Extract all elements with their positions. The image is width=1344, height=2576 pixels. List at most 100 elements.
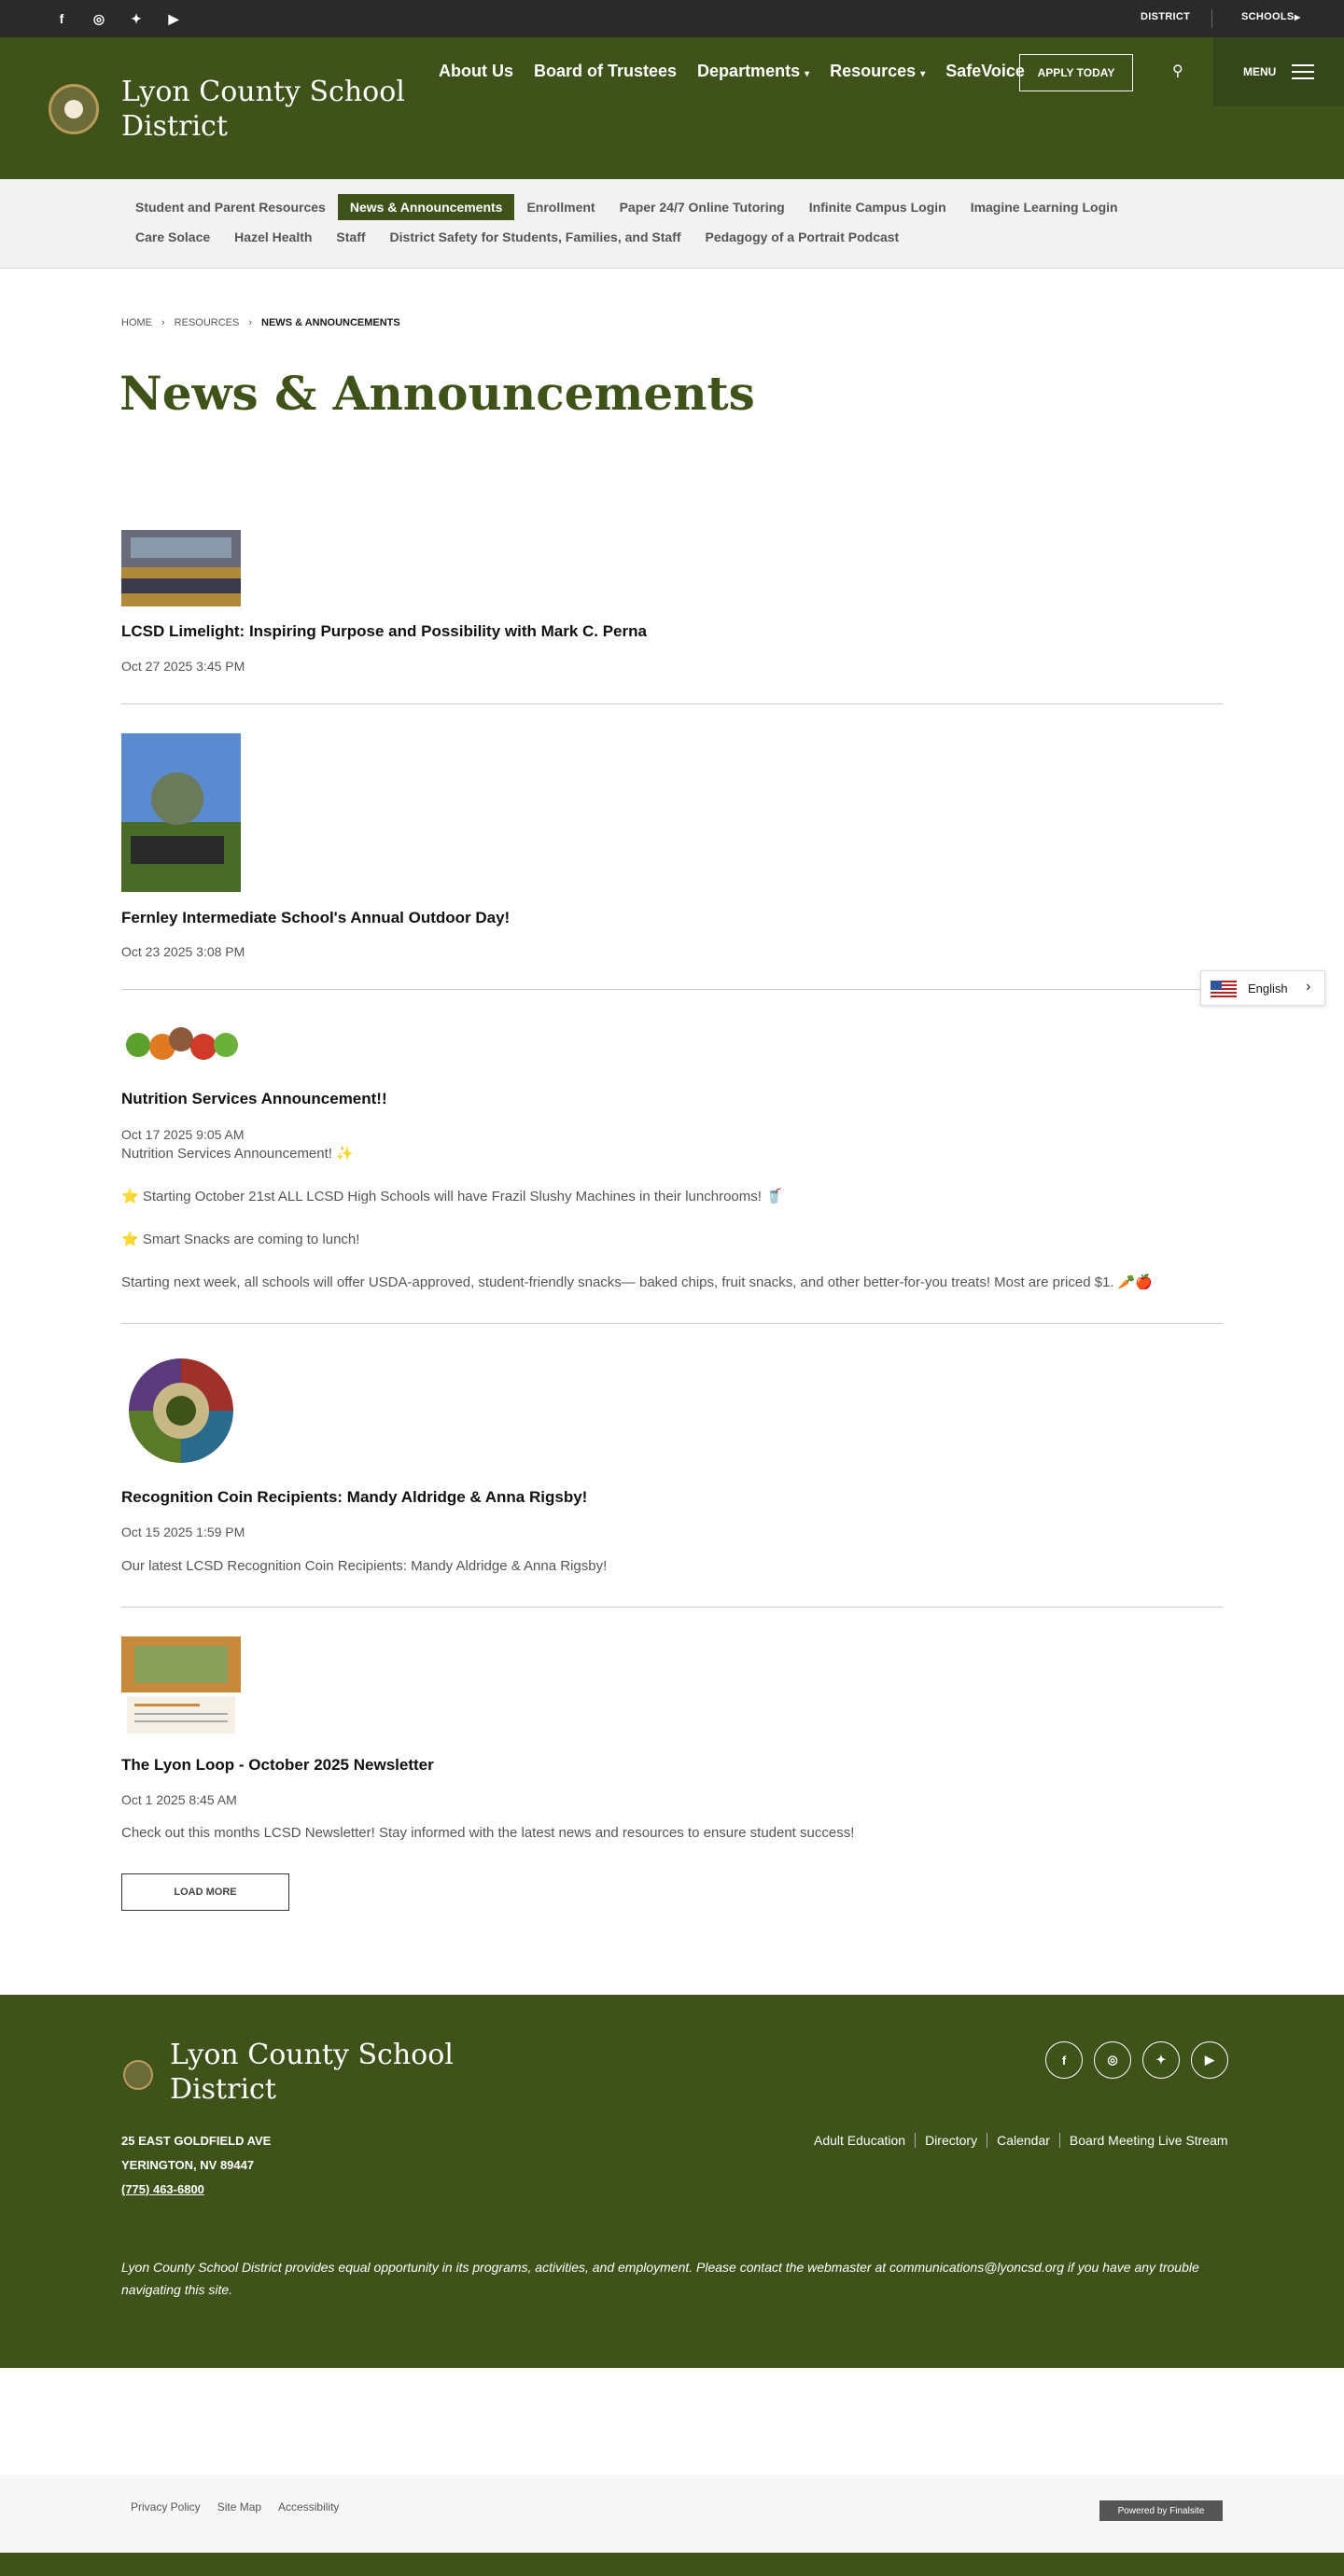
- news-date: Oct 23 2025 3:08 PM: [121, 944, 245, 959]
- nav-resources[interactable]: Resources ▾: [830, 62, 925, 81]
- district-logo[interactable]: [49, 84, 99, 134]
- news-thumbnail[interactable]: [121, 1636, 241, 1737]
- apply-today-button[interactable]: APPLY TODAY: [1019, 54, 1133, 91]
- news-body-line: Nutrition Services Announcement! ✨: [121, 1146, 354, 1162]
- instagram-icon[interactable]: ◎: [1094, 2041, 1131, 2079]
- chevron-right-icon: ›: [161, 317, 165, 328]
- nav-departments[interactable]: Departments ▾: [697, 62, 809, 81]
- divider: [121, 989, 1223, 990]
- twitter-icon[interactable]: ✦: [125, 7, 147, 30]
- news-date: Oct 15 2025 1:59 PM: [121, 1525, 245, 1539]
- news-thumbnail[interactable]: [121, 1353, 241, 1469]
- divider: [121, 1607, 1223, 1608]
- equal-opportunity-note: Lyon County School District provides equ…: [121, 2260, 1199, 2297]
- footer-link-directory[interactable]: Directory: [915, 2133, 987, 2148]
- subnav-student-parent-resources[interactable]: Student and Parent Resources: [123, 194, 338, 220]
- chevron-right-icon: ›: [248, 317, 253, 328]
- youtube-icon[interactable]: ▶: [1191, 2041, 1228, 2079]
- site-map-link[interactable]: Site Map: [217, 2500, 261, 2513]
- nav-safevoice[interactable]: SafeVoice: [945, 62, 1025, 81]
- divider: [121, 1323, 1223, 1324]
- district-link[interactable]: DISTRICT: [1141, 11, 1190, 22]
- news-body-line: ⭐ Starting October 21st ALL LCSD High Sc…: [121, 1189, 783, 1204]
- subnav-imagine-learning[interactable]: Imagine Learning Login: [959, 194, 1130, 220]
- footer-links: Adult Education Directory Calendar Board…: [805, 2133, 1238, 2148]
- youtube-icon[interactable]: ▶: [162, 7, 185, 30]
- nav-label: Resources: [830, 62, 917, 80]
- footer-logo[interactable]: [123, 2060, 153, 2090]
- nav-about-us[interactable]: About Us: [439, 62, 513, 81]
- news-body-line: ⭐ Smart Snacks are coming to lunch!: [121, 1232, 360, 1247]
- load-more-button[interactable]: LOAD MORE: [121, 1873, 289, 1911]
- social-links: f ◎ ✦ ▶: [50, 7, 185, 30]
- site-header: Lyon County School District About Us Boa…: [0, 37, 1344, 179]
- legal-links: Privacy Policy Site Map Accessibility: [131, 2500, 339, 2513]
- facebook-icon[interactable]: f: [50, 7, 73, 30]
- subnav-paper-tutoring[interactable]: Paper 24/7 Online Tutoring: [608, 194, 797, 220]
- news-date: Oct 1 2025 8:45 AM: [121, 1792, 237, 1807]
- bottom-bar: Privacy Policy Site Map Accessibility Po…: [0, 2474, 1344, 2553]
- breadcrumb-home[interactable]: HOME: [121, 317, 152, 328]
- subnav-care-solace[interactable]: Care Solace: [123, 224, 222, 250]
- footer-link-live-stream[interactable]: Board Meeting Live Stream: [1058, 2133, 1238, 2148]
- subnav-infinite-campus[interactable]: Infinite Campus Login: [797, 194, 959, 220]
- news-body-line: Our latest LCSD Recognition Coin Recipie…: [121, 1558, 608, 1574]
- breadcrumb: HOME › RESOURCES › NEWS & ANNOUNCEMENTS: [121, 317, 400, 328]
- privacy-policy-link[interactable]: Privacy Policy: [131, 2500, 201, 2513]
- news-thumbnail[interactable]: [121, 530, 241, 606]
- page-title: News & Announcements: [119, 366, 755, 421]
- subnav-staff[interactable]: Staff: [324, 224, 377, 250]
- powered-by-badge[interactable]: Powered by Finalsite: [1099, 2500, 1223, 2521]
- schools-dropdown[interactable]: SCHOOLS: [1241, 11, 1295, 22]
- subnav-news-announcements[interactable]: News & Announcements: [337, 194, 515, 220]
- caret-down-icon: ▾: [920, 69, 926, 79]
- facebook-icon[interactable]: f: [1045, 2041, 1083, 2079]
- divider: [1211, 9, 1212, 28]
- twitter-icon[interactable]: ✦: [1142, 2041, 1180, 2079]
- news-thumbnail[interactable]: [121, 733, 241, 892]
- news-title[interactable]: The Lyon Loop - October 2025 Newsletter: [121, 1756, 434, 1775]
- search-icon[interactable]: ⚲: [1172, 62, 1183, 80]
- news-title[interactable]: LCSD Limelight: Inspiring Purpose and Po…: [121, 622, 647, 641]
- section-nav: Student and Parent Resources News & Anno…: [0, 179, 1344, 269]
- news-title[interactable]: Fernley Intermediate School's Annual Out…: [121, 909, 510, 927]
- address-line: YERINGTON, NV 89447: [121, 2158, 255, 2172]
- subnav-district-safety[interactable]: District Safety for Students, Families, …: [378, 224, 693, 250]
- hamburger-icon: [1292, 64, 1314, 79]
- news-date: Oct 27 2025 3:45 PM: [121, 659, 245, 674]
- address-line: 25 EAST GOLDFIELD AVE: [121, 2134, 272, 2148]
- footer-link-calendar[interactable]: Calendar: [987, 2133, 1059, 2148]
- news-thumbnail[interactable]: [121, 1019, 241, 1075]
- accessibility-link[interactable]: Accessibility: [278, 2500, 339, 2513]
- nav-label: Departments: [697, 62, 801, 80]
- news-body-line: Starting next week, all schools will off…: [121, 1274, 1154, 1290]
- menu-button[interactable]: MENU: [1213, 37, 1344, 106]
- us-flag-icon: [1211, 981, 1237, 997]
- bottom-strip: [0, 2553, 1344, 2576]
- site-title[interactable]: Lyon County School District: [121, 75, 429, 144]
- top-bar: f ◎ ✦ ▶ DISTRICT SCHOOLS ▶: [0, 0, 1344, 37]
- footer-address: 25 EAST GOLDFIELD AVE YERINGTON, NV 8944…: [121, 2129, 271, 2202]
- footer-link-adult-education[interactable]: Adult Education: [805, 2133, 915, 2148]
- chevron-right-icon: ›: [1306, 979, 1311, 995]
- main-nav: About Us Board of Trustees Departments ▾…: [439, 62, 1025, 81]
- caret-down-icon: ▾: [805, 69, 810, 79]
- divider: [121, 703, 1223, 704]
- section-nav-row: Student and Parent Resources News & Anno…: [123, 194, 1130, 220]
- instagram-icon[interactable]: ◎: [88, 7, 110, 30]
- breadcrumb-resources[interactable]: RESOURCES: [175, 317, 240, 328]
- subnav-podcast[interactable]: Pedagogy of a Portrait Podcast: [693, 224, 912, 250]
- news-title[interactable]: Recognition Coin Recipients: Mandy Aldri…: [121, 1488, 587, 1507]
- subnav-enrollment[interactable]: Enrollment: [514, 194, 607, 220]
- nav-board-of-trustees[interactable]: Board of Trustees: [534, 62, 677, 81]
- language-selector[interactable]: English ›: [1200, 970, 1325, 1006]
- language-label: English: [1248, 982, 1288, 996]
- news-title[interactable]: Nutrition Services Announcement!!: [121, 1090, 387, 1108]
- phone-link[interactable]: (775) 463-6800: [121, 2178, 271, 2202]
- news-body-line: Check out this months LCSD Newsletter! S…: [121, 1825, 855, 1841]
- subnav-hazel-health[interactable]: Hazel Health: [222, 224, 324, 250]
- footer-title[interactable]: Lyon County School District: [170, 2038, 478, 2107]
- news-date: Oct 17 2025 9:05 AM: [121, 1127, 245, 1142]
- caret-right-icon: ▶: [1295, 13, 1301, 21]
- breadcrumb-current: NEWS & ANNOUNCEMENTS: [261, 317, 400, 328]
